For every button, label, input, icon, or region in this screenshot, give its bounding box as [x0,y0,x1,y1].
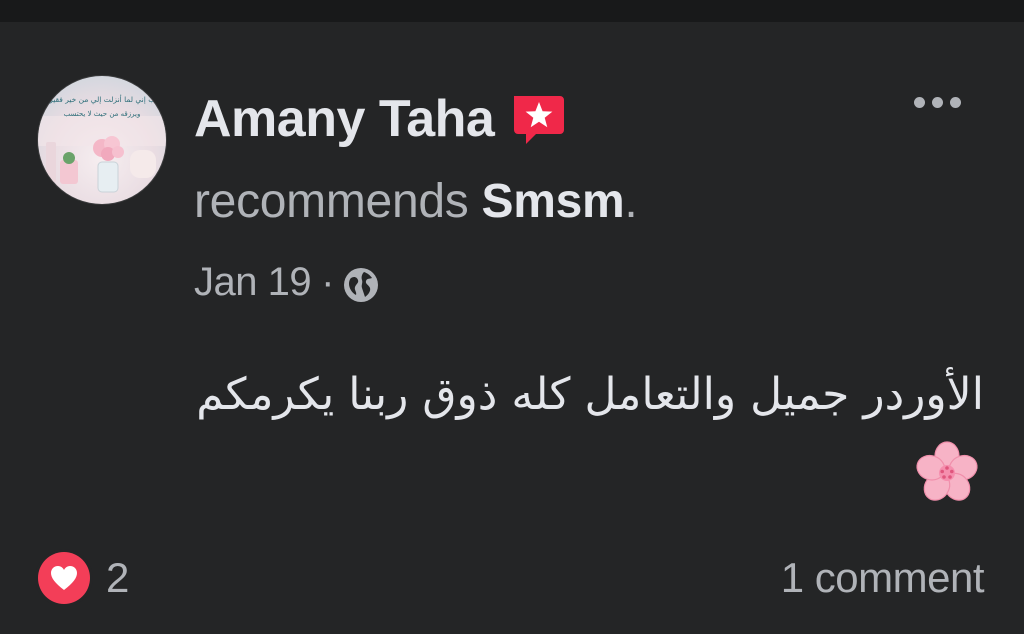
more-dot-icon [949,96,961,108]
heart-reaction-icon [38,552,90,604]
author-row: Amany Taha [194,84,566,154]
recommendation-line: recommends Smsm. [194,170,638,234]
star-recommendation-icon [508,90,566,148]
top-strip [0,0,1024,22]
more-dot-icon [931,96,943,108]
avatar-image: رب إني لما أنزلت إلي من خير فقير ويرزقه … [38,76,166,204]
recommendation-post: رب إني لما أنزلت إلي من خير فقير ويرزقه … [0,0,1024,634]
more-options-button[interactable] [900,84,974,120]
avatar[interactable]: رب إني لما أنزلت إلي من خير فقير ويرزقه … [38,76,166,204]
globe-icon[interactable] [342,263,380,302]
more-dot-icon [913,96,925,108]
post-body-text: الأوردر جميل والتعامل كله ذوق ربنا يكرمك… [196,369,984,420]
recommend-verb: recommends [194,175,469,228]
avatar-caption-line1: رب إني لما أنزلت إلي من خير فقير [48,94,159,104]
comments-link[interactable]: 1 comment [781,552,985,604]
post-meta: Jan 19 · [194,254,380,310]
meta-separator: · [321,260,334,304]
avatar-caption-line2: ويرزقه من حيث لا يحتسب [64,110,141,118]
reactions-summary[interactable]: 2 [38,552,129,604]
cherry-blossom-icon [910,436,984,510]
post-date[interactable]: Jan 19 [194,254,312,310]
reaction-count: 2 [106,554,130,601]
author-name[interactable]: Amany Taha [194,84,495,154]
recommended-page-link[interactable]: Smsm [481,175,624,228]
recommend-suffix: . [624,175,638,228]
